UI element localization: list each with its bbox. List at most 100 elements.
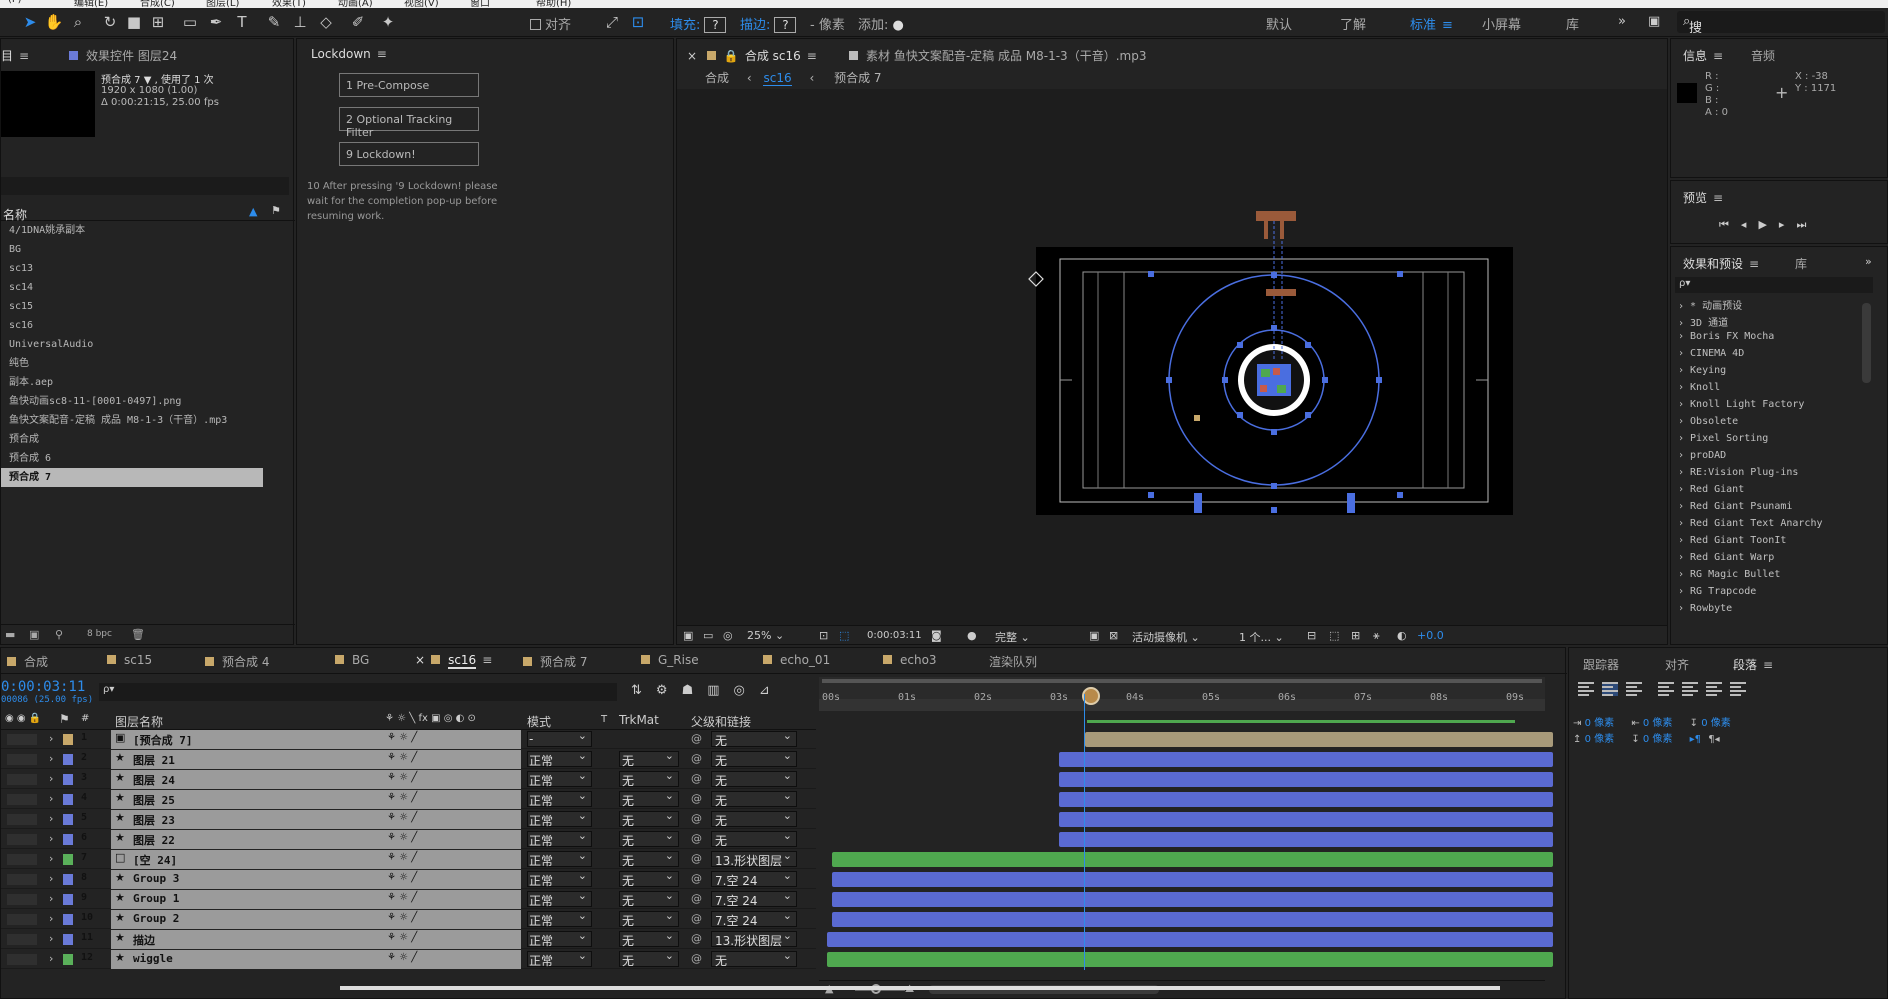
project-item[interactable]: sc15: [1, 297, 266, 316]
pick-whip-icon[interactable]: @: [691, 752, 702, 765]
layer-duration-bar[interactable]: [1085, 732, 1553, 747]
pick-whip-icon[interactable]: @: [691, 892, 702, 905]
roi-icon[interactable]: ▣: [1089, 629, 1099, 642]
roto-brush-tool-icon[interactable]: ✐: [348, 12, 368, 32]
tab-info[interactable]: 信息 ≡: [1683, 47, 1723, 64]
resolution-dropdown[interactable]: 完整 ⌄: [995, 629, 1030, 645]
effect-category-item[interactable]: › RE:Vision Plug-ins: [1678, 467, 1798, 478]
selection-tool-icon[interactable]: ➤: [20, 12, 40, 32]
pick-whip-icon[interactable]: @: [691, 912, 702, 925]
effect-category-item[interactable]: › Red Giant ToonIt: [1678, 535, 1786, 546]
space-after-value[interactable]: 0 像素: [1643, 734, 1673, 745]
effect-category-item[interactable]: › Boris FX Mocha: [1678, 331, 1774, 342]
workspace-standard[interactable]: 标准 ≡: [1410, 14, 1453, 33]
layer-switches[interactable]: ⚘ ☼ ╱: [387, 912, 417, 923]
expand-arrow-icon[interactable]: ›: [49, 952, 53, 965]
pick-whip-icon[interactable]: @: [691, 772, 702, 785]
close-icon[interactable]: ×: [415, 653, 425, 667]
justify-left-icon[interactable]: [1658, 682, 1674, 696]
layer-row[interactable]: › 11 ★ 描边 ⚘ ☼ ╱ 正常 无 @13.形状图层: [1, 929, 816, 949]
project-item[interactable]: sc13: [1, 259, 266, 278]
pan-behind-tool-icon[interactable]: ⊞: [148, 12, 168, 32]
layer-switches[interactable]: ⚘ ☼ ╱: [387, 772, 417, 783]
current-timecode[interactable]: 0:00:03:11: [1, 679, 85, 695]
pick-whip-icon[interactable]: @: [691, 952, 702, 965]
bpc-button[interactable]: 8 bpc: [87, 629, 112, 639]
timeline-tab[interactable]: echo_01: [763, 653, 830, 667]
effects-search-input[interactable]: ρ▾: [1675, 277, 1873, 293]
layer-switches[interactable]: ⚘ ☼ ╱: [387, 812, 417, 823]
exposure-value[interactable]: +0.0: [1417, 629, 1444, 642]
justify-all-icon[interactable]: [1730, 682, 1746, 696]
av-switch-cells[interactable]: [7, 754, 37, 765]
stroke-control[interactable]: 描边:?: [740, 14, 797, 33]
project-item[interactable]: sc16: [1, 316, 266, 335]
timeline-tab[interactable]: G_Rise: [641, 653, 699, 667]
layer-name[interactable]: wiggle: [133, 952, 173, 965]
last-frame-icon[interactable]: ⏭: [1796, 218, 1818, 231]
exposure-icon[interactable]: ◐: [1397, 629, 1407, 642]
expand-arrow-icon[interactable]: ›: [49, 792, 53, 805]
tab-audio[interactable]: 音频: [1751, 47, 1775, 64]
layer-duration-bar[interactable]: [826, 952, 1553, 967]
layer-duration-bar[interactable]: [1058, 772, 1553, 787]
layer-duration-bar[interactable]: [832, 892, 1553, 907]
zoom-dropdown[interactable]: 25% ⌄: [747, 629, 784, 642]
play-icon[interactable]: ▶: [1758, 218, 1778, 231]
effect-category-item[interactable]: › CINEMA 4D: [1678, 348, 1744, 359]
expand-arrow-icon[interactable]: ›: [49, 852, 53, 865]
pick-whip-icon[interactable]: @: [691, 852, 702, 865]
effect-category-item[interactable]: › proDAD: [1678, 450, 1726, 461]
interpret-footage-icon[interactable]: ⚲: [55, 628, 63, 641]
snap-checkbox[interactable]: 对齐: [530, 14, 571, 33]
region-icon[interactable]: ⬚: [839, 629, 849, 642]
fill-control[interactable]: 填充:?: [670, 14, 727, 33]
layer-row[interactable]: › 6 ★ 图层 22 ⚘ ☼ ╱ 正常 无 @ 无: [1, 829, 816, 849]
align-right-icon[interactable]: [1626, 682, 1642, 696]
layer-duration-bar[interactable]: [832, 912, 1553, 927]
prev-frame-icon[interactable]: ◂: [1741, 218, 1759, 231]
blend-mode-dropdown[interactable]: [527, 729, 592, 747]
timeline-tab[interactable]: × sc16 ≡: [415, 653, 492, 669]
layer-switches[interactable]: ⚘ ☼ ╱: [387, 832, 417, 843]
layer-label-color[interactable]: [63, 834, 73, 845]
project-item[interactable]: 纯色: [1, 354, 266, 373]
layer-duration-bar[interactable]: [832, 872, 1553, 887]
layer-name[interactable]: 描边: [133, 932, 155, 948]
pixel-aspect-icon[interactable]: ⬚: [1329, 629, 1339, 642]
align-center-icon[interactable]: [1602, 682, 1618, 696]
layer-duration-bar[interactable]: [1058, 792, 1553, 807]
menu-item[interactable]: 合成(C): [140, 0, 175, 8]
layer-duration-bar[interactable]: [1058, 812, 1553, 827]
effect-category-item[interactable]: › 3D 通道: [1678, 314, 1728, 329]
pre-compose-button[interactable]: 1 Pre-Compose: [339, 73, 479, 97]
av-switch-cells[interactable]: [7, 734, 37, 745]
new-comp-icon[interactable]: ▣: [29, 628, 39, 641]
tab-paragraph[interactable]: 段落 ≡: [1733, 656, 1773, 673]
snap-edges-icon[interactable]: ⊡: [628, 12, 648, 32]
workspace-small-screen[interactable]: 小屏幕: [1482, 14, 1521, 33]
project-item[interactable]: sc14: [1, 278, 266, 297]
window-scrollbar[interactable]: [340, 986, 1500, 990]
layer-switches[interactable]: ⚘ ☼ ╱: [387, 932, 417, 943]
layer-duration-bar[interactable]: [826, 932, 1553, 947]
layer-duration-bar[interactable]: [1058, 752, 1553, 767]
timeline-tab[interactable]: echo3: [883, 653, 937, 667]
project-search-input[interactable]: [1, 177, 289, 195]
layer-label-color[interactable]: [63, 734, 73, 745]
effect-category-item[interactable]: › Rowbyte: [1678, 603, 1732, 614]
comp-timecode[interactable]: 0:00:03:11: [867, 630, 922, 641]
tab-footage[interactable]: 素材 鱼快文案配音-定稿 成品 M8-1-3（干音）.mp3: [849, 47, 1146, 64]
puppet-pin-tool-icon[interactable]: ✦: [378, 12, 398, 32]
layer-row[interactable]: › 7 □ [空 24] ⚘ ☼ ╱ 正常 无 @13.形状图层: [1, 849, 816, 869]
layer-search-input[interactable]: ρ▾: [99, 683, 617, 701]
justify-right-icon[interactable]: [1706, 682, 1722, 696]
views-dropdown[interactable]: 1 个... ⌄: [1239, 629, 1284, 645]
layer-label-color[interactable]: [63, 914, 73, 925]
expand-arrow-icon[interactable]: ›: [49, 872, 53, 885]
layer-switches[interactable]: ⚘ ☼ ╱: [387, 852, 417, 863]
justify-center-icon[interactable]: [1682, 682, 1698, 696]
expand-arrow-icon[interactable]: ›: [49, 892, 53, 905]
add-control[interactable]: 添加: ●: [858, 14, 904, 33]
shy-layers-icon[interactable]: ☗: [682, 683, 708, 698]
